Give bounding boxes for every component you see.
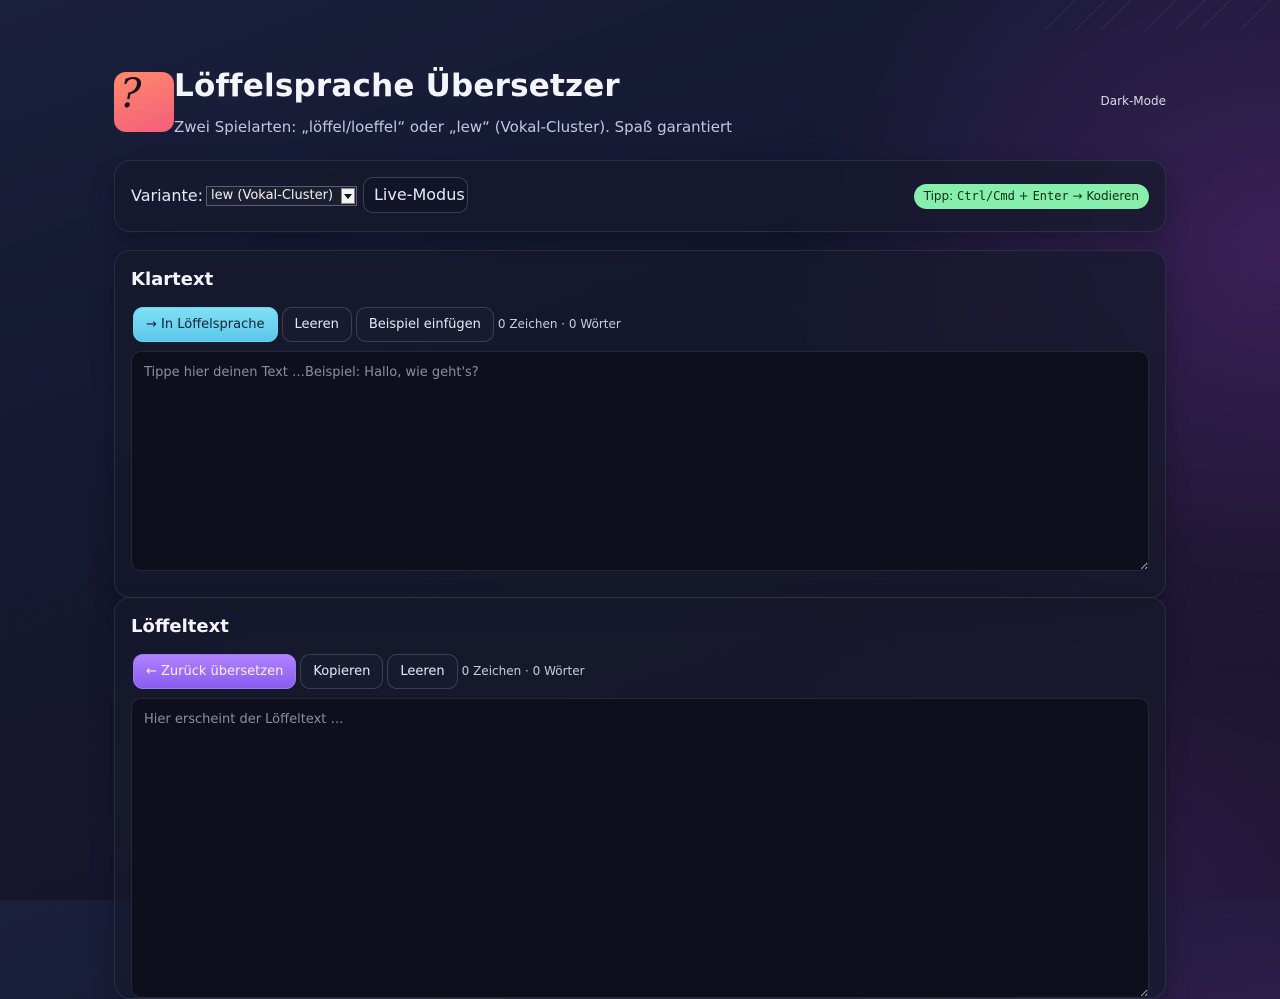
klartext-title: Klartext [131,269,214,290]
app-container: ? Löffelsprache Übersetzer Zwei Spielart… [114,68,1166,999]
header: ? Löffelsprache Übersetzer Zwei Spielart… [114,68,1166,142]
loeffeltext-counter: 0 Zeichen · 0 Wörter [461,664,585,678]
chevron-down-icon [341,188,355,204]
loeffeltext-panel: Löffeltext ← Zurück übersetzen Kopieren … [114,597,1166,999]
klartext-input[interactable] [131,351,1149,571]
klartext-panel: Klartext → In Löffelsprache Leeren Beisp… [114,250,1166,598]
loeffeltext-title: Löffeltext [131,616,229,637]
spoon-icon: ? [120,71,142,117]
insert-example-button[interactable]: Beispiel einfügen [355,306,494,342]
live-mode-label: Live-Modus [374,185,465,204]
clear-output-button[interactable]: Leeren [387,653,458,689]
klartext-toolbar: → In Löffelsprache Leeren Beispiel einfü… [133,306,621,342]
variant-label: Variante: [131,186,203,205]
page-subtitle: Zwei Spielarten: „löffel/loeffel“ oder „… [174,118,732,136]
shortcut-tip-badge: Tipp: Ctrl/Cmd + Enter → Kodieren [913,184,1149,209]
clear-input-button[interactable]: Leeren [281,306,352,342]
dark-mode-toggle[interactable]: Dark-Mode [1100,94,1166,108]
controls-panel: Variante: lew (Vokal-Cluster) Live-Modus… [114,160,1166,232]
decode-button[interactable]: ← Zurück übersetzen [133,653,297,689]
variant-select[interactable]: lew (Vokal-Cluster) [206,186,357,206]
page-title: Löffelsprache Übersetzer [174,68,620,104]
loeffeltext-toolbar: ← Zurück übersetzen Kopieren Leeren 0 Ze… [133,653,585,689]
background-decoration [1040,0,1280,30]
live-mode-toggle[interactable]: Live-Modus [363,177,468,213]
encode-button[interactable]: → In Löffelsprache [133,306,278,342]
variant-select-value: lew (Vokal-Cluster) [211,188,334,203]
app-logo: ? [114,72,174,132]
copy-button[interactable]: Kopieren [300,653,384,689]
klartext-counter: 0 Zeichen · 0 Wörter [497,317,621,331]
loeffeltext-output[interactable] [131,698,1149,998]
